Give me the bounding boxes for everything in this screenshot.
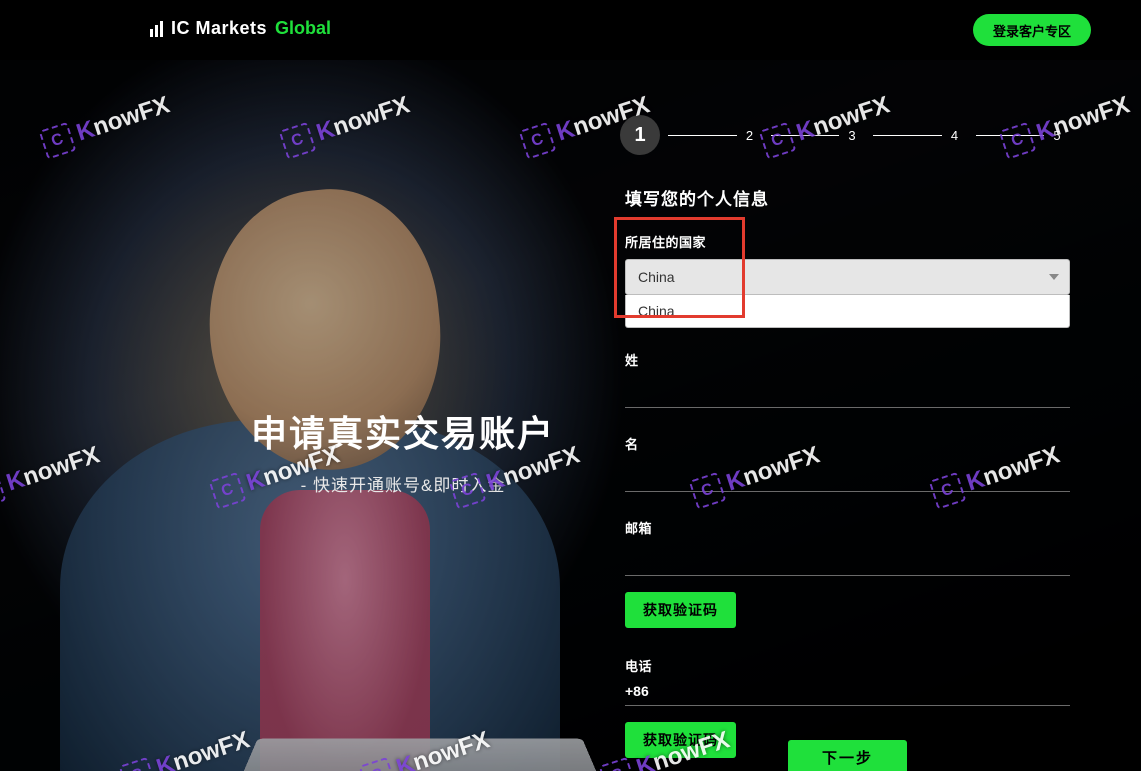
step-number: 5 bbox=[1044, 128, 1070, 143]
get-email-code-button[interactable]: 获取验证码 bbox=[625, 592, 736, 628]
headline: 申请真实交易账户 - 快速开通账号&即时入金 bbox=[228, 405, 578, 496]
brand-name: IC Markets bbox=[171, 18, 267, 39]
progress-stepper: 1 2 3 4 5 bbox=[620, 110, 1070, 160]
surname-field: 姓 bbox=[625, 350, 1070, 408]
step-line bbox=[873, 135, 942, 136]
login-button[interactable]: 登录客户专区 bbox=[973, 14, 1091, 46]
photo-shape bbox=[260, 490, 430, 771]
step-line bbox=[771, 135, 840, 136]
country-select[interactable]: China bbox=[625, 259, 1070, 295]
name-input[interactable] bbox=[625, 461, 1070, 492]
page-title: 申请真实交易账户 bbox=[228, 405, 578, 457]
next-button-label: 下一步 bbox=[822, 747, 873, 768]
brand-suffix: Global bbox=[275, 18, 331, 39]
step-segment: 4 bbox=[873, 128, 968, 143]
chevron-down-icon bbox=[1049, 274, 1059, 280]
step-segment: 5 bbox=[976, 128, 1071, 143]
email-input[interactable] bbox=[625, 545, 1070, 576]
email-field: 邮箱 bbox=[625, 518, 1070, 576]
surname-label: 姓 bbox=[625, 350, 1070, 369]
get-code-label: 获取验证码 bbox=[643, 600, 718, 620]
country-option-label: China bbox=[638, 303, 675, 319]
header: IC Markets Global 登录客户专区 bbox=[0, 0, 1141, 60]
bars-icon bbox=[150, 21, 163, 37]
country-dropdown: China bbox=[625, 295, 1070, 328]
brand-logo[interactable]: IC Markets Global bbox=[150, 18, 331, 39]
country-select-value: China bbox=[638, 269, 675, 285]
step-active-number: 1 bbox=[634, 124, 645, 147]
country-label: 所居住的国家 bbox=[625, 232, 1070, 251]
country-field: 所居住的国家 China China bbox=[625, 232, 1070, 328]
step-segment: 3 bbox=[771, 128, 866, 143]
step-segment: 2 bbox=[668, 128, 763, 143]
next-button-wrap: 下一步 bbox=[625, 740, 1070, 771]
signup-form: 填写您的个人信息 所居住的国家 China China 姓 名 邮箱 bbox=[625, 185, 1070, 758]
surname-input[interactable] bbox=[625, 377, 1070, 408]
email-label: 邮箱 bbox=[625, 518, 1070, 537]
name-field: 名 bbox=[625, 434, 1070, 492]
next-button[interactable]: 下一步 bbox=[788, 740, 907, 771]
phone-label: 电话 bbox=[625, 656, 1070, 675]
name-label: 名 bbox=[625, 434, 1070, 453]
form-heading: 填写您的个人信息 bbox=[625, 185, 1070, 210]
phone-input[interactable]: +86 bbox=[625, 683, 1070, 706]
step-number: 2 bbox=[737, 128, 763, 143]
step-line bbox=[668, 135, 737, 136]
photo-laptop bbox=[218, 739, 622, 771]
step-active: 1 bbox=[620, 115, 660, 155]
login-button-label: 登录客户专区 bbox=[993, 21, 1071, 40]
step-line bbox=[976, 135, 1045, 136]
page-subtitle: - 快速开通账号&即时入金 bbox=[228, 471, 578, 496]
step-number: 4 bbox=[942, 128, 968, 143]
step-number: 3 bbox=[839, 128, 865, 143]
phone-prefix: +86 bbox=[625, 683, 649, 699]
phone-field: 电话 +86 bbox=[625, 656, 1070, 706]
country-option[interactable]: China bbox=[626, 295, 1069, 327]
